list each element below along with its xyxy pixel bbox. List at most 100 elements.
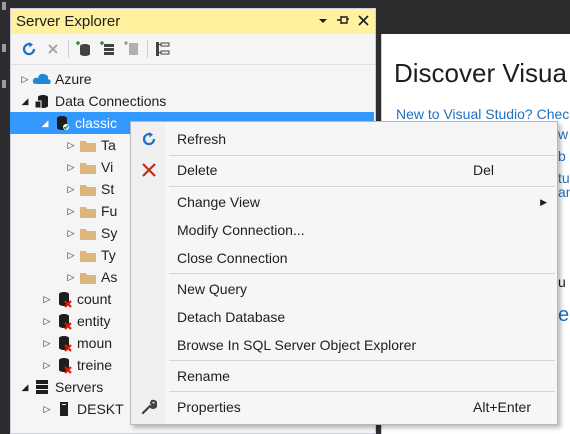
menu-item-delete[interactable]: Delete Del <box>133 156 555 184</box>
tree-item-data-connections[interactable]: ◢ Data Connections <box>10 90 374 112</box>
menu-item-new-query[interactable]: New Query <box>133 275 555 303</box>
folder-icon <box>78 136 98 154</box>
collapse-arrow-icon[interactable]: ◢ <box>38 116 52 130</box>
link-fragment[interactable]: b <box>558 148 566 164</box>
database-error-icon <box>54 290 74 308</box>
menu-item-shortcut: Del <box>473 162 495 178</box>
start-page-heading: Discover Visua <box>394 58 567 88</box>
folder-icon <box>78 224 98 242</box>
expand-arrow-icon[interactable]: ▷ <box>64 204 78 218</box>
menu-item-modify-connection[interactable]: Modify Connection... <box>133 216 555 244</box>
toolbar-separator <box>147 40 148 58</box>
tree-item-azure[interactable]: ▷ Azure <box>10 68 374 90</box>
menu-item-change-view[interactable]: Change View ▶ <box>133 188 555 216</box>
menu-item-shortcut: Alt+Enter <box>473 399 531 415</box>
dropdown-icon[interactable] <box>315 15 331 29</box>
tree-item-label: Sy <box>101 225 118 241</box>
gutter-tab-marker <box>2 80 6 88</box>
expand-arrow-icon[interactable]: ▷ <box>64 270 78 284</box>
tree-view-icon[interactable] <box>151 38 175 60</box>
tree-item-label: DESKT <box>77 401 124 417</box>
tree-item-label: classic <box>75 115 118 131</box>
tree-item-label: entity <box>77 313 111 329</box>
menu-item-label: Rename <box>177 368 230 384</box>
stop-icon[interactable] <box>41 38 65 60</box>
folder-icon <box>78 268 98 286</box>
refresh-icon[interactable] <box>17 38 41 60</box>
close-icon[interactable] <box>355 14 371 29</box>
menu-item-label: Properties <box>177 399 241 415</box>
menu-item-close-connection[interactable]: Close Connection <box>133 244 555 272</box>
refresh-icon <box>133 131 165 147</box>
database-error-icon <box>54 334 74 352</box>
tree-item-label: count <box>77 291 112 307</box>
tree-item-label: Ty <box>101 247 116 263</box>
database-icon <box>32 92 52 110</box>
azure-icon <box>32 70 52 88</box>
menu-separator <box>169 186 555 187</box>
submenu-arrow-icon: ▶ <box>540 196 547 207</box>
menu-item-properties[interactable]: Properties Alt+Enter <box>133 393 555 421</box>
gutter-tab-marker <box>2 44 6 52</box>
folder-icon <box>78 202 98 220</box>
database-error-icon <box>54 356 74 374</box>
tree-item-label: Ta <box>101 137 116 153</box>
tree-item-label: Azure <box>55 71 92 87</box>
expand-arrow-icon[interactable]: ▷ <box>64 138 78 152</box>
menu-item-label: Modify Connection... <box>177 222 305 238</box>
collapse-arrow-icon[interactable]: ◢ <box>18 380 32 394</box>
delete-icon <box>133 163 165 177</box>
tree-item-label: As <box>101 269 118 285</box>
link-fragment[interactable]: e <box>558 304 569 327</box>
server-icon <box>54 400 74 418</box>
menu-item-label: Delete <box>177 162 218 178</box>
menu-item-refresh[interactable]: Refresh <box>133 125 555 153</box>
tree-item-label: St <box>101 181 115 197</box>
context-menu: Refresh Delete Del Change View ▶ Modify … <box>130 121 558 425</box>
expand-arrow-icon[interactable]: ▷ <box>40 402 54 416</box>
expand-arrow-icon[interactable]: ▷ <box>40 314 54 328</box>
collapse-arrow-icon[interactable]: ◢ <box>18 94 32 108</box>
database-connected-icon <box>52 114 72 132</box>
menu-item-label: Browse In SQL Server Object Explorer <box>177 337 417 353</box>
left-gutter <box>0 0 10 434</box>
expand-arrow-icon[interactable]: ▷ <box>40 336 54 350</box>
menu-item-rename[interactable]: Rename <box>133 362 555 390</box>
menu-item-detach-database[interactable]: Detach Database <box>133 303 555 331</box>
properties-icon[interactable] <box>120 38 144 60</box>
panel-toolbar <box>11 34 375 65</box>
menu-item-label: New Query <box>177 281 248 297</box>
menu-separator <box>169 273 555 274</box>
panel-title: Server Explorer <box>16 13 121 30</box>
menu-separator <box>169 391 555 392</box>
expand-arrow-icon[interactable]: ▷ <box>64 226 78 240</box>
tree-item-label: Fu <box>101 203 118 219</box>
connect-database-icon[interactable] <box>72 38 96 60</box>
connect-server-icon[interactable] <box>96 38 120 60</box>
menu-item-label: Detach Database <box>177 309 286 325</box>
expand-arrow-icon[interactable]: ▷ <box>40 292 54 306</box>
menu-item-browse-in-sql-server-object-explorer[interactable]: Browse In SQL Server Object Explorer <box>133 331 555 359</box>
tree-item-label: treine <box>77 357 113 373</box>
menu-separator <box>169 360 555 361</box>
menu-item-label: Refresh <box>177 131 227 147</box>
new-to-visual-studio-link[interactable]: New to Visual Studio? Chec <box>396 106 569 122</box>
database-error-icon <box>54 312 74 330</box>
expand-arrow-icon[interactable]: ▷ <box>64 160 78 174</box>
pin-icon[interactable] <box>335 14 351 29</box>
link-fragment[interactable]: an <box>558 184 570 200</box>
folder-icon <box>78 180 98 198</box>
expand-arrow-icon[interactable]: ▷ <box>64 248 78 262</box>
expand-arrow-icon[interactable]: ▷ <box>64 182 78 196</box>
panel-title-bar: Server Explorer <box>11 9 375 34</box>
expand-arrow-icon[interactable]: ▷ <box>40 358 54 372</box>
gutter-tab-marker <box>2 2 6 10</box>
tree-item-label: Data Connections <box>55 93 167 109</box>
menu-item-label: Change View <box>177 194 261 210</box>
folder-icon <box>78 158 98 176</box>
servers-icon <box>32 378 52 396</box>
tree-item-label: Servers <box>55 379 104 395</box>
expand-arrow-icon[interactable]: ▷ <box>18 72 32 86</box>
wrench-icon <box>133 399 165 415</box>
link-fragment[interactable]: w <box>558 126 568 142</box>
